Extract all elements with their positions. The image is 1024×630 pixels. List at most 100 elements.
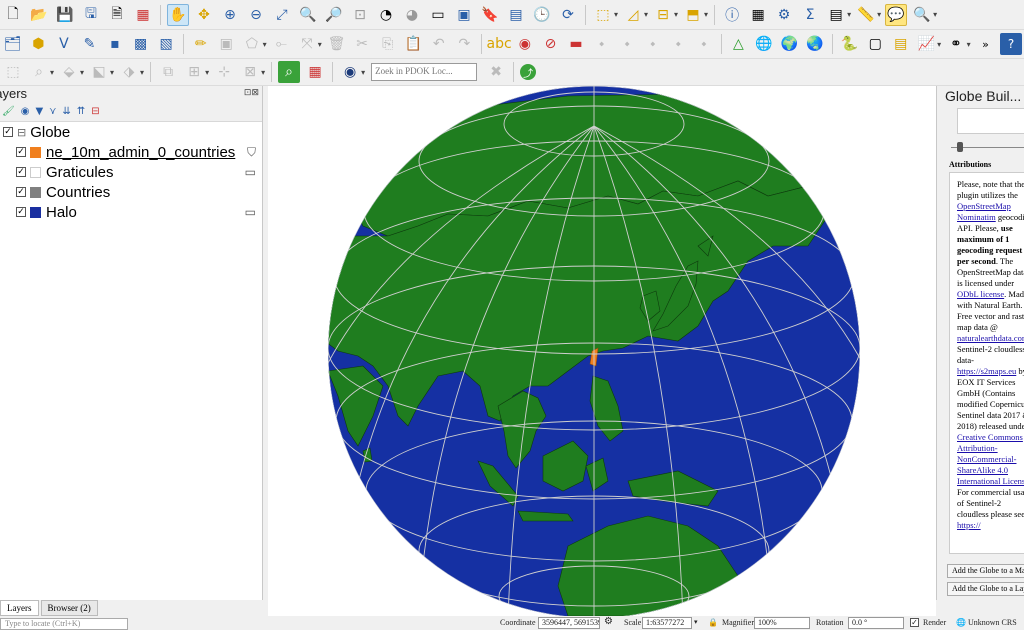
- magnifier-field[interactable]: 100%: [754, 617, 810, 629]
- slider-handle[interactable]: [957, 142, 963, 152]
- chart-icon[interactable]: 📈: [916, 33, 938, 55]
- indicator-icon[interactable]: ▭: [245, 165, 256, 179]
- layer-group-globe[interactable]: ✓ ⊟ Globe: [0, 122, 262, 142]
- show-bookmarks-icon[interactable]: ▤: [505, 4, 527, 26]
- open-styling-icon[interactable]: 🖌: [2, 106, 15, 117]
- plugin-icon[interactable]: ▢: [864, 33, 886, 55]
- attribute-table-icon[interactable]: ▦: [747, 4, 769, 26]
- rotation-field[interactable]: 0.0 °: [848, 617, 904, 629]
- open-project-icon[interactable]: 📂: [28, 4, 50, 26]
- map-canvas[interactable]: [268, 86, 936, 616]
- filter-legend-icon[interactable]: ▼: [35, 106, 43, 117]
- map-tips-icon[interactable]: 💬: [885, 3, 908, 26]
- pdok-logo-icon[interactable]: ◉: [339, 61, 361, 83]
- filter-expression-icon[interactable]: ⋎: [49, 106, 56, 117]
- style-manager-icon[interactable]: ▦: [132, 4, 154, 26]
- layer-checkbox[interactable]: ✓: [3, 127, 13, 137]
- crs-label[interactable]: Unknown CRS: [968, 618, 1017, 627]
- bookmark-icon[interactable]: 🔖: [479, 4, 501, 26]
- measure-icon[interactable]: 📏: [855, 4, 877, 26]
- s2maps-link[interactable]: https://s2maps.eu: [957, 366, 1016, 376]
- add-to-map-button[interactable]: Add the Globe to a Map: [947, 564, 1024, 578]
- commercial-link[interactable]: https://: [957, 520, 981, 530]
- layer-item-ne-10m-admin-0-countries[interactable]: ✓ ne_10m_admin_0_countries ⛉: [0, 142, 262, 162]
- remove-layer-icon[interactable]: ⊟: [91, 106, 99, 117]
- label-move-icon[interactable]: ⊘: [540, 33, 562, 55]
- locator-zoom-icon[interactable]: 🔍: [911, 4, 933, 26]
- zoom-out-icon[interactable]: ⊖: [245, 4, 267, 26]
- scale-field[interactable]: 1:63577272: [642, 617, 692, 629]
- lock-scale-icon[interactable]: 🔒: [708, 618, 718, 627]
- select-by-value-icon[interactable]: ⊟: [652, 4, 674, 26]
- refresh-icon[interactable]: ⟳: [557, 4, 579, 26]
- zoom-next-icon[interactable]: ◕: [401, 4, 423, 26]
- print-layout-icon[interactable]: 🗎: [106, 4, 128, 26]
- indicator-icon[interactable]: ▭: [245, 205, 256, 219]
- globe-slider[interactable]: [951, 142, 1024, 152]
- georef-icon[interactable]: 🌍: [779, 33, 801, 55]
- temporal-icon[interactable]: 🕒: [531, 4, 553, 26]
- processing-toolbox-icon[interactable]: ⚙: [773, 4, 795, 26]
- layer-item-graticules[interactable]: ✓ Graticules ▭: [0, 162, 262, 182]
- add-feature-icon[interactable]: ✎: [79, 33, 101, 55]
- layer-item-halo[interactable]: ✓ Halo ▭: [0, 202, 262, 222]
- layer-item-countries[interactable]: ✓ Countries: [0, 182, 262, 202]
- python-icon[interactable]: 🐍: [839, 33, 861, 55]
- plugin-manager-icon[interactable]: ▤: [890, 33, 912, 55]
- panel-close-icon[interactable]: ⊡⊠: [244, 88, 259, 98]
- data-plotly-icon[interactable]: ▦: [304, 61, 326, 83]
- zoom-in-icon[interactable]: ⊕: [219, 4, 241, 26]
- label-color-icon[interactable]: ◉: [514, 33, 536, 55]
- new-map-view-icon[interactable]: ▭: [427, 4, 449, 26]
- expand-all-icon[interactable]: ⇊: [62, 106, 70, 117]
- zoom-to-layer-icon[interactable]: 🔎: [323, 4, 345, 26]
- add-group-icon[interactable]: ◉: [21, 106, 30, 117]
- layer-checkbox[interactable]: ✓: [16, 167, 26, 177]
- layer-checkbox[interactable]: ✓: [16, 187, 26, 197]
- tab-layers[interactable]: Layers: [0, 600, 39, 616]
- label-rotate-icon[interactable]: ▬: [565, 33, 587, 55]
- pan-icon[interactable]: ✋: [167, 3, 189, 26]
- deselect-icon[interactable]: ◿: [622, 4, 644, 26]
- data-source-manager-icon[interactable]: 🗂: [2, 33, 24, 55]
- identify-features-icon[interactable]: ⓘ: [721, 4, 743, 26]
- save-edits-icon[interactable]: ▩: [130, 33, 152, 55]
- field-calculator-icon[interactable]: ▤: [825, 4, 847, 26]
- more-tools-icon[interactable]: »: [975, 33, 997, 55]
- zoom-native-icon[interactable]: ⊡: [349, 4, 371, 26]
- new-3d-view-icon[interactable]: ▣: [453, 4, 475, 26]
- network-icon[interactable]: 🌏: [804, 33, 826, 55]
- zoom-to-selection-icon[interactable]: 🔍: [297, 4, 319, 26]
- filter-icon[interactable]: ⛉: [247, 145, 256, 160]
- save-project-icon[interactable]: 💾: [54, 4, 76, 26]
- toggle-extents-icon[interactable]: ⚙: [604, 616, 613, 627]
- add-to-layout-button[interactable]: Add the Globe to a Layout: [947, 582, 1024, 596]
- share-icon[interactable]: ⤴: [520, 64, 537, 80]
- save-as-icon[interactable]: 🖫: [80, 4, 102, 26]
- locator-input[interactable]: Type to locate (Ctrl+K): [0, 618, 128, 630]
- zoom-last-icon[interactable]: ◔: [375, 4, 397, 26]
- coordinate-field[interactable]: 3596447, 5691539: [538, 617, 600, 629]
- label-pin-icon[interactable]: abc: [487, 33, 512, 55]
- cc-license-link[interactable]: Creative Commons Attribution-NonCommerci…: [957, 432, 1024, 486]
- layer-checkbox[interactable]: ✓: [16, 147, 26, 157]
- digitize-icon[interactable]: V: [53, 33, 75, 55]
- pan-to-selection-icon[interactable]: ✥: [193, 4, 215, 26]
- zoom-full-icon[interactable]: ⤢: [271, 4, 293, 26]
- vertex-tool-icon[interactable]: ▪: [104, 33, 126, 55]
- label-tool-icon[interactable]: ▧: [155, 33, 177, 55]
- binoculars-icon[interactable]: ⚭: [945, 33, 967, 55]
- render-checkbox[interactable]: ✓: [910, 618, 919, 627]
- new-gpkg-icon[interactable]: ⬢: [28, 33, 50, 55]
- new-project-icon[interactable]: 🗋: [2, 4, 24, 26]
- pdok-search-input[interactable]: Zoek in PDOK Loc...: [371, 63, 478, 81]
- globe-plugin-icon[interactable]: 🌐: [753, 33, 775, 55]
- collapse-all-icon[interactable]: ⇈: [77, 106, 85, 117]
- odbl-link[interactable]: ODbL license: [957, 289, 1004, 299]
- identify-icon[interactable]: ⬒: [682, 4, 704, 26]
- pencil-icon[interactable]: ✏: [190, 33, 212, 55]
- crs-globe-icon[interactable]: 🌐: [956, 618, 966, 627]
- zoom-locator-icon[interactable]: ⌕: [278, 61, 301, 83]
- naturalearth-link[interactable]: naturalearthdata.com: [957, 333, 1024, 343]
- layer-checkbox[interactable]: ✓: [16, 207, 26, 217]
